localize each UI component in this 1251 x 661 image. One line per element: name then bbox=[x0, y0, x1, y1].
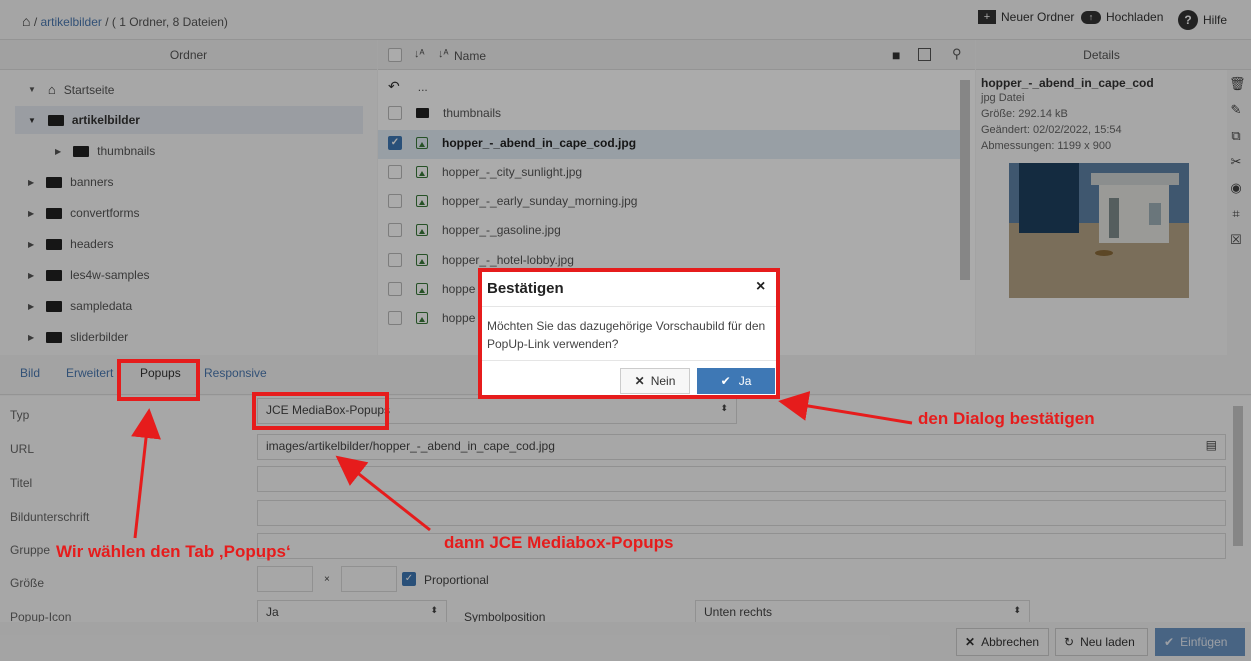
annotation-tab: Wir wählen den Tab ‚Popups‘ bbox=[56, 542, 291, 561]
annotation-mediabox: dann JCE Mediabox-Popups bbox=[444, 533, 674, 552]
annotation-dialog: den Dialog bestätigen bbox=[918, 409, 1095, 428]
file-browser-window: ⌂ / artikelbilder / ( 1 Ordner, 8 Dateie… bbox=[0, 0, 1251, 661]
